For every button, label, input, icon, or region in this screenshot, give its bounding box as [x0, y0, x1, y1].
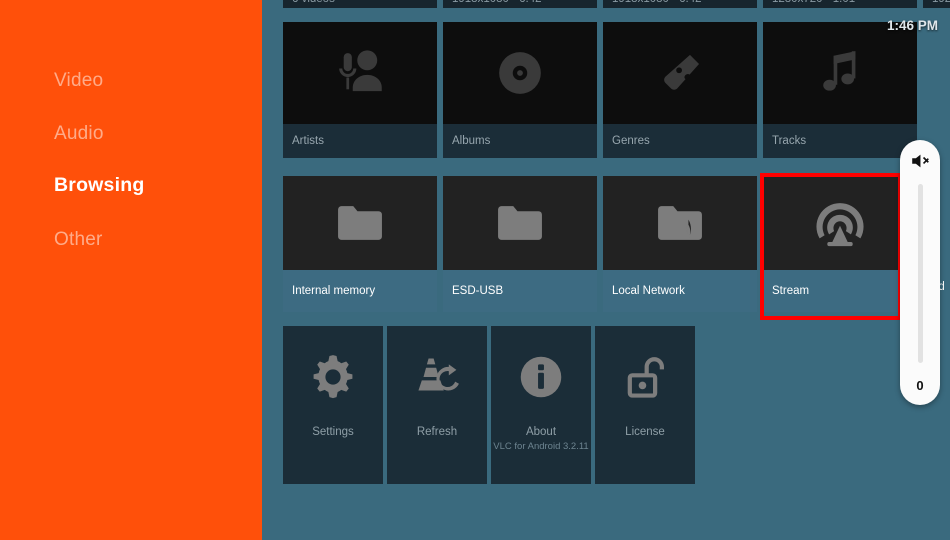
tile-internal-memory[interactable]: Internal memory [283, 176, 437, 312]
vlc-cone-refresh-icon [410, 350, 464, 404]
info-circle-icon [514, 350, 568, 404]
tile-tracks[interactable]: Tracks [763, 22, 917, 158]
tile-local-network[interactable]: Local Network [603, 176, 757, 312]
media-card-label: 1918x1080 - 6:42 [452, 0, 588, 6]
tile-label: License [625, 426, 665, 438]
tile-label: Settings [312, 426, 354, 438]
tile-label: Tracks [772, 134, 807, 147]
theater-mask-icon [603, 22, 757, 124]
tile-label: ESD-USB [452, 284, 504, 297]
folder-icon [283, 176, 437, 270]
tile-caption: Stream [763, 270, 917, 312]
tile-license[interactable]: License [595, 326, 695, 484]
sidebar-item-label: Other [54, 228, 103, 250]
tile-refresh[interactable]: Refresh [387, 326, 487, 484]
media-card-label: 1280x720 - 1:01 [772, 0, 908, 6]
media-card-clipped[interactable]: 6 videos [283, 0, 437, 18]
tile-caption: Artists [283, 124, 437, 158]
tile-about[interactable]: About VLC for Android 3.2.11 [491, 326, 591, 484]
tile-label: Internal memory [292, 284, 376, 297]
sidebar-item-label: Browsing [54, 174, 145, 197]
media-card-clipped[interactable]: 1918x1080 - 6:42 [443, 0, 597, 18]
tile-sublabel: VLC for Android 3.2.11 [493, 441, 589, 452]
tile-esd-usb[interactable]: ESD-USB [443, 176, 597, 312]
media-card-clipped[interactable]: 1918x1080 - 6:42 [603, 0, 757, 18]
media-card-label: 1918x1080 - 6:42 [612, 0, 748, 6]
tile-label: Genres [612, 134, 650, 147]
tile-caption: ESD-USB [443, 270, 597, 312]
sidebar-item-other[interactable]: Other [54, 227, 254, 251]
folder-icon [443, 176, 597, 270]
tile-label: Artists [292, 134, 324, 147]
sidebar-item-audio[interactable]: Audio [54, 121, 254, 145]
media-card-label: 6 videos [292, 0, 428, 6]
artist-mic-person-icon [283, 22, 437, 124]
status-clock: 1:46 PM [886, 18, 938, 33]
volume-muted-icon[interactable] [900, 150, 940, 172]
tile-albums[interactable]: Albums [443, 22, 597, 158]
media-card-caption: 6 videos [283, 0, 437, 8]
vinyl-disc-icon [443, 22, 597, 124]
sidebar-item-label: Video [54, 69, 104, 91]
tile-settings[interactable]: Settings [283, 326, 383, 484]
tile-caption: Tracks [763, 124, 917, 158]
broadcast-antenna-icon [763, 176, 917, 270]
media-card-clipped[interactable]: 1280x720 - 1:01 [763, 0, 917, 18]
tile-label: Stream [772, 284, 810, 297]
volume-track[interactable] [917, 184, 923, 363]
media-card-label: 1920 [932, 0, 950, 6]
volume-value: 0 [916, 378, 924, 393]
tile-label: Local Network [612, 284, 685, 297]
media-card-caption: 1280x720 - 1:01 [763, 0, 917, 8]
content-grid: 6 videos 1918x1080 - 6:42 1918x1080 - 6:… [262, 0, 950, 540]
tile-caption: Albums [443, 124, 597, 158]
tile-label: About [525, 426, 557, 438]
tile-caption: Local Network [603, 270, 757, 312]
folder-network-icon [603, 176, 757, 270]
tile-caption: Internal memory [283, 270, 437, 312]
media-card-caption: 1918x1080 - 6:42 [443, 0, 597, 8]
tile-artists[interactable]: Artists [283, 22, 437, 158]
tile-stream[interactable]: Stream [763, 176, 917, 312]
media-card-caption: 1920 [923, 0, 950, 8]
gear-icon [306, 350, 360, 404]
tile-genres[interactable]: Genres [603, 22, 757, 158]
unlocked-padlock-icon [618, 350, 672, 404]
tile-caption: Genres [603, 124, 757, 158]
sidebar-item-label: Audio [54, 122, 104, 144]
media-card-clipped[interactable]: 1920 [923, 0, 950, 18]
sidebar-item-browsing[interactable]: Browsing [54, 174, 254, 198]
sidebar-item-video[interactable]: Video [54, 68, 254, 92]
tile-label: Albums [452, 134, 491, 147]
vlc-android-tv-screen: Video Audio Browsing Other 6 videos 1918… [0, 0, 950, 540]
volume-slider[interactable]: 0 [900, 140, 940, 405]
music-note-icon [763, 22, 917, 124]
media-card-caption: 1918x1080 - 6:42 [603, 0, 757, 8]
tile-label: Refresh [416, 426, 458, 438]
sidebar-nav-list: Video Audio Browsing Other [54, 68, 254, 280]
sidebar: Video Audio Browsing Other [0, 0, 262, 540]
